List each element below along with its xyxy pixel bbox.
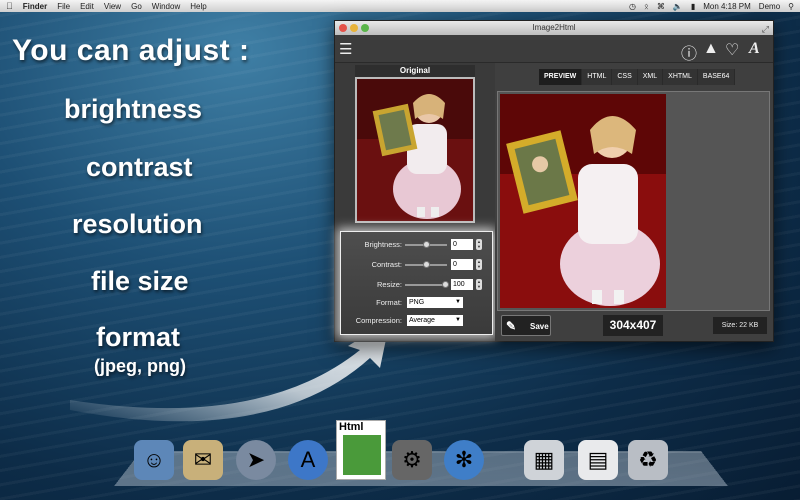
brightness-slider[interactable] [405, 241, 447, 248]
chevron-down-icon: ▼ [455, 299, 461, 305]
safari-icon[interactable]: ✻ [444, 440, 484, 480]
time-machine-icon[interactable]: ◷ [629, 2, 636, 11]
format-select[interactable]: PNG ▼ [407, 297, 463, 308]
spotlight-icon[interactable]: ⚲ [788, 2, 794, 11]
resize-value[interactable]: 100 [451, 279, 473, 290]
tab-xml[interactable]: XML [637, 69, 664, 85]
format-label: Format: [376, 298, 402, 307]
battery-icon[interactable]: ▮ [691, 2, 695, 11]
contrast-row: Contrast: 0 ▲ ▼ [341, 258, 494, 272]
contrast-stepper[interactable]: ▲ ▼ [476, 259, 482, 270]
promo-item-brightness: brightness [64, 94, 203, 124]
menu-edit[interactable]: Edit [80, 2, 94, 11]
font-icon[interactable]: A [749, 40, 760, 58]
compression-select-value: Average [409, 317, 435, 324]
contrast-value[interactable]: 0 [451, 259, 473, 270]
compression-row: Compression: Average ▼ [341, 314, 494, 328]
brightness-label: Brightness: [364, 240, 402, 249]
promo-item-resolution: resolution [72, 209, 203, 239]
tab-base64[interactable]: BASE64 [697, 69, 736, 85]
promo-item-file-size: file size [91, 266, 189, 296]
original-image-frame [355, 77, 475, 223]
menu-list-icon[interactable]: ☰ [339, 40, 352, 58]
promo-item-contrast: contrast [86, 152, 193, 182]
original-photo [357, 79, 473, 221]
menu-bar:  Finder File Edit View Go Window Help ◷… [0, 0, 800, 12]
image2html-dock-icon[interactable]: Html [336, 420, 386, 480]
wifi-icon[interactable]: ⌘ [657, 2, 665, 11]
brightness-slider-knob[interactable] [423, 241, 430, 248]
heart-icon[interactable]: ♡ [725, 40, 739, 60]
menu-go[interactable]: Go [131, 2, 142, 11]
toolbar: ☰ ⓘ ▲ ♡ A [335, 35, 773, 63]
finder-icon[interactable]: ☺ [134, 440, 174, 480]
save-button[interactable]: ✎ Save [501, 315, 551, 336]
original-pane: Original Brightness: 0 ▲ ▼ Contrast: 0 ▲… [335, 63, 495, 341]
folder-icon[interactable]: ▦ [524, 440, 564, 480]
document-icon[interactable]: ▤ [578, 440, 618, 480]
apple-menu-icon[interactable]:  [6, 1, 13, 11]
bottom-bar: ✎ Save 304x407 Size: 22 KB [497, 314, 770, 338]
fullscreen-icon[interactable]: ⤢ [762, 22, 769, 36]
info-icon[interactable]: ⓘ [681, 40, 697, 64]
menu-view[interactable]: View [104, 2, 121, 11]
close-button[interactable] [339, 24, 347, 32]
system-preferences-icon[interactable]: ⚙ [392, 440, 432, 480]
compression-label: Compression: [355, 316, 402, 325]
adjustments-panel: Brightness: 0 ▲ ▼ Contrast: 0 ▲ ▼ Resize: … [340, 231, 493, 335]
thumbs-up-icon[interactable]: ▲ [703, 40, 719, 58]
output-pane: PREVIEW HTML CSS XML XHTML BASE64 ✎ Save… [495, 63, 773, 341]
format-row: Format: PNG ▼ [341, 296, 494, 310]
resize-slider[interactable] [405, 281, 449, 288]
tab-css[interactable]: CSS [612, 69, 638, 85]
preview-app-icon[interactable]: ✉ [183, 440, 223, 480]
chevron-down-icon: ▼ [455, 317, 461, 323]
resize-label: Resize: [376, 280, 402, 289]
parrot-icon [343, 435, 381, 475]
zoom-button[interactable] [361, 24, 369, 32]
window-titlebar[interactable]: Image2Html ⤢ [335, 21, 773, 35]
image-dimensions: 304x407 [603, 315, 663, 336]
menu-app-name[interactable]: Finder [23, 2, 47, 11]
output-tabs: PREVIEW HTML CSS XML XHTML BASE64 [539, 69, 736, 85]
menu-window[interactable]: Window [152, 2, 180, 11]
app-store-icon[interactable]: A [288, 440, 328, 480]
menu-help[interactable]: Help [190, 2, 206, 11]
tab-preview[interactable]: PREVIEW [539, 69, 583, 85]
resize-row: Resize: 100 ▲ ▼ [341, 278, 494, 292]
preview-photo [500, 94, 666, 308]
save-label: Save [530, 322, 549, 331]
resize-slider-knob[interactable] [442, 281, 449, 288]
usb-drive-icon: ✎ [506, 319, 517, 333]
original-label: Original [355, 65, 475, 77]
image2html-dock-label: Html [339, 421, 364, 433]
contrast-slider-knob[interactable] [423, 261, 430, 268]
file-size-label: Size: 22 KB [713, 317, 767, 334]
brightness-stepper[interactable]: ▲ ▼ [476, 239, 482, 250]
bluetooth-icon[interactable]: ᛟ [644, 2, 649, 11]
menu-file[interactable]: File [57, 2, 70, 11]
launchpad-icon[interactable]: ➤ [236, 440, 276, 480]
app-window: Image2Html ⤢ ☰ ⓘ ▲ ♡ A Original Brightne… [334, 20, 774, 342]
menu-clock[interactable]: Mon 4:18 PM [703, 2, 751, 11]
volume-icon[interactable]: 🔈 [673, 2, 683, 11]
compression-select[interactable]: Average ▼ [407, 315, 463, 326]
tab-xhtml[interactable]: XHTML [663, 69, 698, 85]
contrast-label: Contrast: [371, 260, 402, 269]
promo-heading: You can adjust : [12, 34, 250, 67]
resize-stepper[interactable]: ▲ ▼ [476, 279, 482, 290]
menu-user[interactable]: Demo [759, 2, 780, 11]
minimize-button[interactable] [350, 24, 358, 32]
tab-html[interactable]: HTML [582, 69, 613, 85]
format-select-value: PNG [409, 299, 425, 306]
brightness-row: Brightness: 0 ▲ ▼ [341, 238, 494, 252]
preview-area[interactable] [497, 91, 770, 311]
contrast-slider[interactable] [405, 261, 447, 268]
trash-icon[interactable]: ♻ [628, 440, 668, 480]
window-title: Image2Html [532, 23, 576, 32]
brightness-value[interactable]: 0 [451, 239, 473, 250]
